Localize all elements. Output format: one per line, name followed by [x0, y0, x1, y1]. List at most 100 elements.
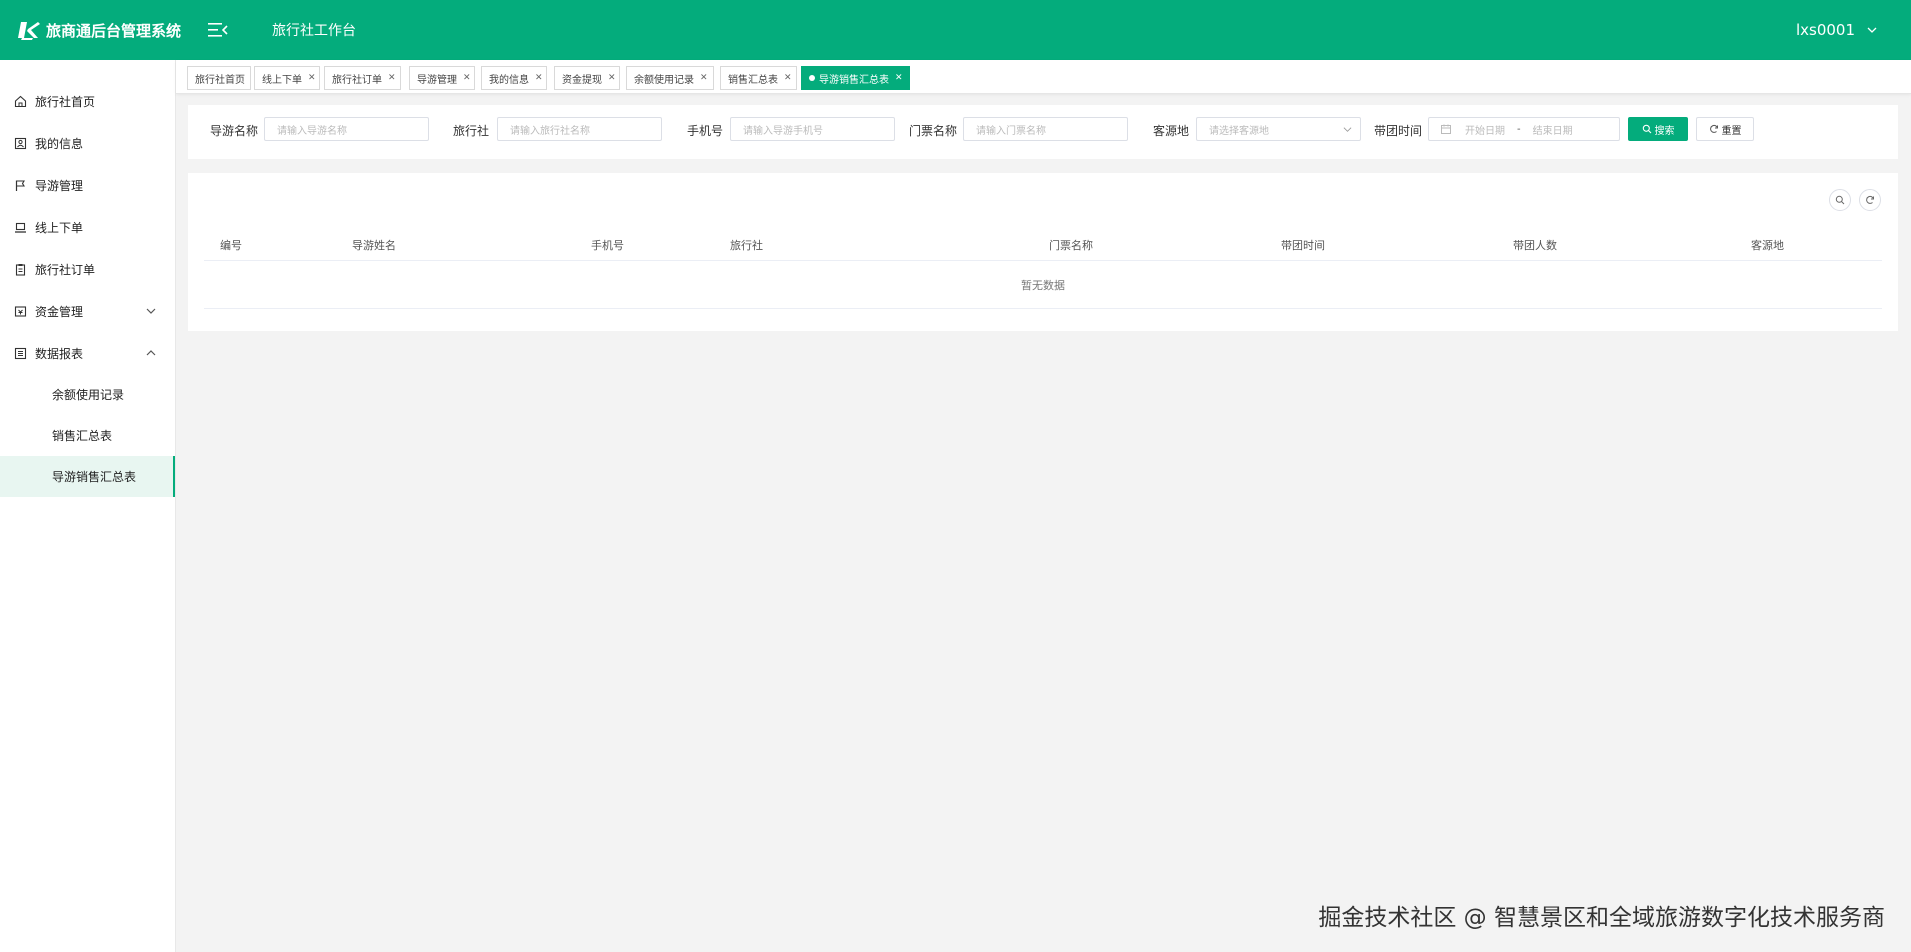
sidebar-item-label: 资金管理 — [35, 304, 84, 319]
phone-placeholder: 请输入导游手机号 — [743, 125, 823, 137]
tab-label: 销售汇总表 — [728, 74, 778, 86]
search-button[interactable]: 搜索 — [1628, 117, 1688, 141]
sidebar-item-label: 导游管理 — [35, 178, 84, 193]
close-icon[interactable]: ✕ — [608, 73, 616, 83]
column-header-source: 客源地 — [1751, 239, 1784, 252]
tab-label: 资金提现 — [562, 74, 602, 86]
sidebar-subitem-label: 导游销售汇总表 — [52, 470, 137, 484]
app-title: 旅商通后台管理系统 — [46, 21, 182, 40]
agency-placeholder: 请输入旅行社名称 — [510, 125, 590, 137]
sidebar-item-guide-management[interactable]: 导游管理 — [0, 164, 175, 206]
ticket-input[interactable]: 请输入门票名称 — [963, 117, 1128, 141]
sidebar-item-agency-orders[interactable]: 旅行社订单 — [0, 248, 175, 290]
sidebar-item-label: 线上下单 — [35, 220, 84, 235]
refresh-icon — [1866, 195, 1874, 204]
tab-agency-orders[interactable]: 旅行社订单 ✕ — [324, 66, 401, 90]
profile-icon — [14, 137, 27, 149]
flag-icon — [15, 179, 25, 191]
ticket-label: 门票名称 — [909, 124, 958, 138]
tab-label: 旅行社首页 — [195, 74, 245, 86]
search-icon — [1835, 195, 1845, 205]
chevron-down-icon — [1867, 27, 1877, 33]
ticket-placeholder: 请输入门票名称 — [976, 125, 1046, 137]
sidebar-item-fund-management[interactable]: 资金管理 — [0, 290, 175, 332]
source-select[interactable]: 请选择客源地 — [1196, 117, 1361, 141]
sidebar-subitem-guide-sales-summary[interactable]: 导游销售汇总表 — [0, 456, 175, 497]
tab-label: 导游销售汇总表 — [819, 74, 889, 86]
toggle-search-button[interactable] — [1829, 189, 1851, 211]
sidebar-item-label: 数据报表 — [35, 346, 84, 361]
table-empty-row: 暂无数据 — [204, 261, 1882, 309]
sidebar-subitem-sales-summary[interactable]: 销售汇总表 — [0, 415, 175, 456]
date-separator: - — [1517, 123, 1521, 135]
tour-time-label: 带团时间 — [1374, 124, 1423, 138]
reset-button[interactable]: 重置 — [1696, 117, 1754, 141]
sidebar-item-online-order[interactable]: 线上下单 — [0, 206, 175, 248]
search-icon — [1642, 124, 1651, 134]
source-label: 客源地 — [1153, 124, 1190, 138]
source-placeholder: 请选择客源地 — [1209, 125, 1269, 137]
agency-label: 旅行社 — [453, 124, 490, 138]
tab-my-info[interactable]: 我的信息 ✕ — [481, 66, 547, 90]
column-header-tour-time: 带团时间 — [1281, 239, 1325, 252]
user-menu[interactable]: lxs0001 — [1796, 0, 1877, 60]
column-header-id: 编号 — [220, 239, 242, 252]
tab-balance-records[interactable]: 余额使用记录 ✕ — [626, 66, 714, 90]
logo-icon — [18, 22, 40, 40]
guide-name-input[interactable]: 请输入导游名称 — [264, 117, 429, 141]
guide-name-placeholder: 请输入导游名称 — [277, 125, 347, 137]
refresh-button[interactable] — [1859, 189, 1881, 211]
close-icon[interactable]: ✕ — [535, 73, 543, 83]
chevron-down-icon — [1343, 127, 1352, 132]
sidebar-item-data-report[interactable]: 数据报表 — [0, 332, 175, 374]
end-date-placeholder[interactable]: 结束日期 — [1533, 122, 1573, 137]
sidebar-subitem-label: 余额使用记录 — [52, 388, 125, 402]
close-icon[interactable]: ✕ — [308, 73, 316, 83]
sidebar-item-label: 旅行社订单 — [35, 262, 96, 277]
guide-name-label: 导游名称 — [210, 124, 259, 138]
tab-label: 线上下单 — [262, 74, 302, 86]
table-panel: 编号 导游姓名 手机号 旅行社 门票名称 带团时间 带团人数 客源地 暂无数据 — [188, 173, 1898, 331]
close-icon[interactable]: ✕ — [700, 73, 708, 83]
wallet-icon — [14, 305, 27, 317]
top-header: 旅商通后台管理系统 旅行社工作台 lxs0001 — [0, 0, 1911, 60]
tab-label: 旅行社订单 — [332, 74, 382, 86]
menu-collapse-icon[interactable] — [208, 22, 228, 38]
close-icon[interactable]: ✕ — [784, 73, 792, 83]
tab-agency-home[interactable]: 旅行社首页 — [187, 66, 251, 90]
filter-panel: 导游名称 请输入导游名称 旅行社 请输入旅行社名称 手机号 请输入导游手机号 门… — [188, 105, 1898, 159]
chevron-up-icon — [146, 350, 156, 356]
sidebar: 旅行社首页 我的信息 导游管理 线上下单 旅行社订单 资金管理 数据报表 余额使… — [0, 60, 176, 952]
close-icon[interactable]: ✕ — [388, 73, 396, 83]
app-logo: 旅商通后台管理系统 — [18, 19, 194, 41]
sidebar-item-my-info[interactable]: 我的信息 — [0, 122, 175, 164]
tab-guide-sales-summary[interactable]: 导游销售汇总表 ✕ — [801, 66, 910, 90]
calendar-icon — [1441, 124, 1451, 134]
laptop-icon — [15, 222, 26, 233]
refresh-icon — [1709, 124, 1718, 133]
search-button-label: 搜索 — [1654, 125, 1675, 137]
tab-fund-withdraw[interactable]: 资金提现 ✕ — [554, 66, 620, 90]
watermark: 掘金技术社区 @ 智慧景区和全域旅游数字化技术服务商 — [1318, 905, 1885, 931]
close-icon[interactable]: ✕ — [463, 73, 471, 83]
tab-online-order[interactable]: 线上下单 ✕ — [254, 66, 320, 90]
empty-text: 暂无数据 — [1021, 278, 1065, 292]
sidebar-item-home[interactable]: 旅行社首页 — [0, 80, 175, 122]
phone-label: 手机号 — [687, 124, 724, 138]
column-header-guide-name: 导游姓名 — [352, 239, 396, 252]
tab-sales-summary[interactable]: 销售汇总表 ✕ — [720, 66, 797, 90]
close-icon[interactable]: ✕ — [895, 73, 903, 83]
chevron-down-icon — [146, 308, 156, 314]
phone-input[interactable]: 请输入导游手机号 — [730, 117, 895, 141]
home-icon — [14, 95, 27, 107]
tab-guide-management[interactable]: 导游管理 ✕ — [409, 66, 475, 90]
table-header: 编号 导游姓名 手机号 旅行社 门票名称 带团时间 带团人数 客源地 — [204, 225, 1882, 261]
tour-time-range[interactable]: 开始日期 - 结束日期 — [1428, 117, 1620, 141]
sidebar-item-label: 旅行社首页 — [35, 94, 96, 109]
report-icon — [14, 347, 27, 359]
start-date-placeholder[interactable]: 开始日期 — [1465, 122, 1505, 137]
sidebar-subitem-balance-records[interactable]: 余额使用记录 — [0, 374, 175, 415]
agency-input[interactable]: 请输入旅行社名称 — [497, 117, 662, 141]
workbench-title: 旅行社工作台 — [272, 23, 356, 39]
reset-button-label: 重置 — [1721, 125, 1742, 137]
